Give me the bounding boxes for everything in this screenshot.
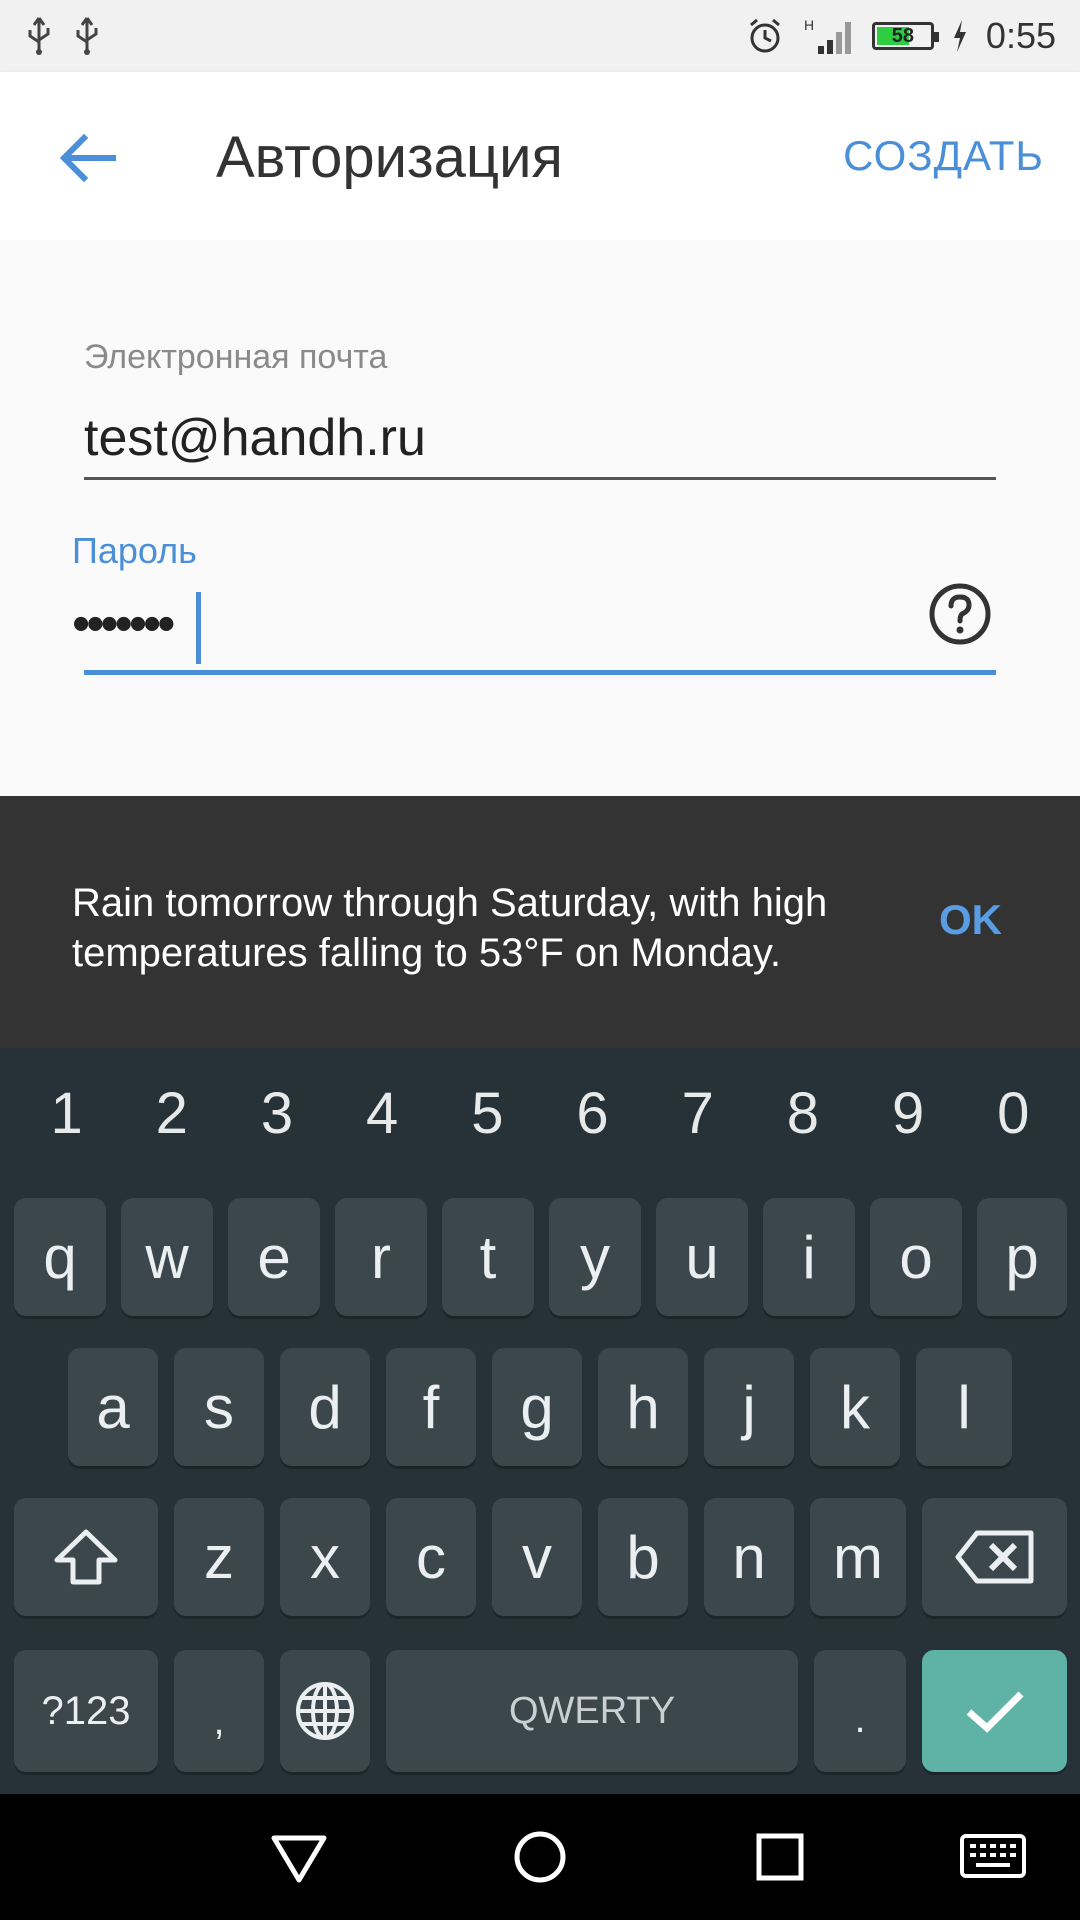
status-right-icons: H 58 0:55 (746, 15, 1056, 57)
key-3[interactable]: 3 (227, 1080, 327, 1147)
key-l[interactable]: l (916, 1348, 1012, 1466)
shift-icon (54, 1529, 118, 1585)
key-r[interactable]: r (335, 1198, 427, 1316)
key-2[interactable]: 2 (122, 1080, 222, 1147)
home-nav-icon[interactable] (507, 1824, 573, 1890)
key-m[interactable]: m (810, 1498, 906, 1616)
signal-icon: H (804, 17, 851, 54)
key-w[interactable]: w (121, 1198, 213, 1316)
key-b[interactable]: b (598, 1498, 688, 1616)
usb-icon (76, 17, 98, 55)
arrow-back-icon (60, 134, 116, 182)
check-icon (966, 1691, 1023, 1733)
navigation-bar (0, 1794, 1080, 1920)
key-g[interactable]: g (492, 1348, 582, 1466)
battery-icon: 58 (871, 22, 939, 50)
back-nav-icon[interactable] (266, 1824, 332, 1890)
key-z[interactable]: z (174, 1498, 264, 1616)
app-bar: Авторизация СОЗДАТЬ (0, 72, 1080, 240)
snackbar-message: Rain tomorrow through Saturday, with hig… (72, 881, 828, 975)
key-t[interactable]: t (442, 1198, 534, 1316)
email-underline (84, 477, 996, 480)
password-underline (84, 670, 996, 675)
backspace-icon (955, 1530, 1033, 1584)
clock: 0:55 (985, 15, 1056, 56)
key-u[interactable]: u (656, 1198, 748, 1316)
key-o[interactable]: o (870, 1198, 962, 1316)
text-cursor (196, 592, 201, 664)
login-form: Электронная почта test@handh.ru Пароль •… (0, 240, 1080, 796)
page-title: Авторизация (216, 125, 563, 190)
number-row: 1 2 3 4 5 6 7 8 9 0 (0, 1048, 1080, 1178)
key-0[interactable]: 0 (963, 1080, 1063, 1147)
recents-nav-icon[interactable] (747, 1824, 813, 1890)
key-7[interactable]: 7 (648, 1080, 748, 1147)
comma-key[interactable]: , (174, 1650, 264, 1772)
snackbar: Rain tomorrow through Saturday, with hig… (0, 796, 1080, 1048)
language-key[interactable] (280, 1650, 370, 1772)
key-9[interactable]: 9 (858, 1080, 958, 1147)
key-n[interactable]: n (704, 1498, 794, 1616)
key-h[interactable]: h (598, 1348, 688, 1466)
shift-key[interactable] (14, 1498, 158, 1616)
battery-level: 58 (891, 24, 915, 47)
key-4[interactable]: 4 (332, 1080, 432, 1147)
backspace-key[interactable] (922, 1498, 1067, 1616)
key-y[interactable]: y (549, 1198, 641, 1316)
email-label: Электронная почта (84, 338, 388, 376)
password-label: Пароль (72, 530, 197, 571)
usb-icon (28, 17, 50, 55)
key-j[interactable]: j (704, 1348, 794, 1466)
status-left-icons (24, 16, 102, 56)
key-e[interactable]: e (228, 1198, 320, 1316)
back-button[interactable] (52, 122, 124, 194)
key-k[interactable]: k (810, 1348, 900, 1466)
keyboard-switch-icon[interactable] (958, 1824, 1028, 1890)
key-v[interactable]: v (492, 1498, 582, 1616)
key-c[interactable]: c (386, 1498, 476, 1616)
status-bar: H 58 0:55 (0, 0, 1080, 72)
key-f[interactable]: f (386, 1348, 476, 1466)
key-6[interactable]: 6 (543, 1080, 643, 1147)
globe-icon (296, 1682, 354, 1740)
period-key[interactable]: . (814, 1650, 906, 1772)
key-5[interactable]: 5 (437, 1080, 537, 1147)
create-button[interactable]: СОЗДАТЬ (843, 132, 1044, 180)
snackbar-ok-button[interactable]: OK (939, 896, 1002, 944)
svg-text:H: H (804, 17, 814, 33)
key-s[interactable]: s (174, 1348, 264, 1466)
key-1[interactable]: 1 (17, 1080, 117, 1147)
symbols-key[interactable]: ?123 (14, 1650, 158, 1772)
email-field[interactable]: test@handh.ru (84, 408, 426, 468)
keyboard: 1 2 3 4 5 6 7 8 9 0 q w e r t y u i o p … (0, 1048, 1080, 1794)
key-x[interactable]: x (280, 1498, 370, 1616)
key-a[interactable]: a (68, 1348, 158, 1466)
key-q[interactable]: q (14, 1198, 106, 1316)
space-key[interactable]: QWERTY (386, 1650, 798, 1772)
key-p[interactable]: p (977, 1198, 1067, 1316)
key-8[interactable]: 8 (753, 1080, 853, 1147)
alarm-icon (749, 18, 780, 53)
password-field[interactable]: ••••••• (72, 594, 175, 654)
key-i[interactable]: i (763, 1198, 855, 1316)
key-d[interactable]: d (280, 1348, 370, 1466)
help-icon[interactable] (928, 582, 992, 646)
charging-icon (953, 20, 966, 52)
enter-key[interactable] (922, 1650, 1067, 1772)
